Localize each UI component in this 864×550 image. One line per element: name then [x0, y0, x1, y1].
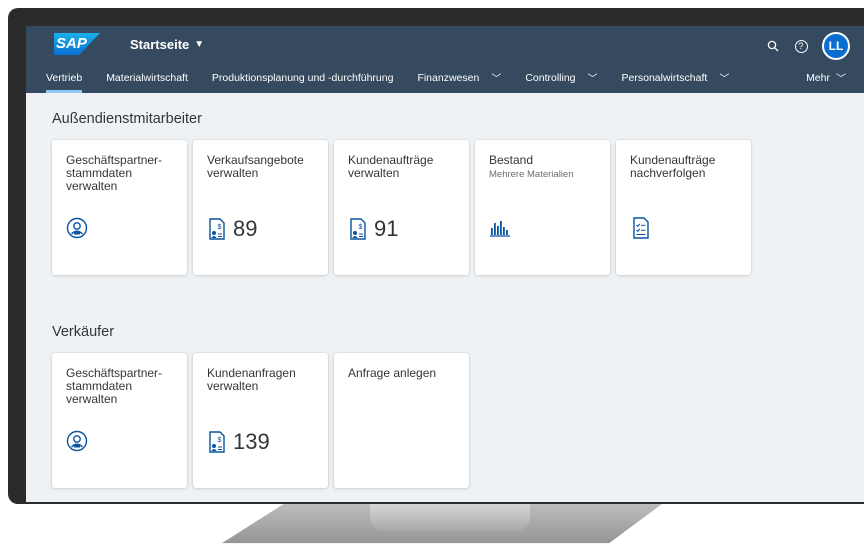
- tab-finanzwesen[interactable]: Finanzwesen ﹀: [417, 62, 501, 93]
- tile-verkaufsangebote[interactable]: Verkaufsangebote verwalten $ 89: [193, 140, 328, 275]
- tile-title: Anfrage anlegen: [348, 366, 437, 380]
- document-money-icon: $: [350, 218, 366, 240]
- kpi-value: 89: [233, 216, 258, 241]
- tile-title: Geschäftspartner-stammdaten verwalten: [66, 366, 163, 406]
- chevron-down-icon: ﹀: [836, 74, 846, 85]
- kpi-value: 91: [374, 216, 399, 241]
- chevron-down-icon: ﹀: [491, 74, 502, 85]
- tile-geschaeftspartner[interactable]: Geschäftspartner-stammdaten verwalten: [52, 353, 187, 488]
- sap-logo[interactable]: SAP: [54, 33, 100, 55]
- monitor-stand-neck: [370, 504, 530, 531]
- shell-header: SAP Startseite ▼ ? LL Vertrieb Materialw…: [26, 26, 864, 93]
- tile-title: Kundenaufträge nachverfolgen: [630, 153, 716, 180]
- tile-kundenauftraege-nachverfolgen[interactable]: Kundenaufträge nachverfolgen: [616, 140, 751, 275]
- tile-title: Verkaufsangebote verwalten: [207, 153, 304, 180]
- svg-text:$: $: [359, 224, 363, 231]
- tab-label: Controlling: [525, 71, 576, 84]
- svg-text:$: $: [218, 437, 222, 444]
- svg-text:$: $: [218, 224, 222, 231]
- search-icon[interactable]: [762, 35, 784, 57]
- tab-produktionsplanung[interactable]: Produktionsplanung und -durchführung: [212, 62, 394, 93]
- tab-label: Finanzwesen: [417, 71, 480, 84]
- section-title: Verkäufer: [52, 324, 115, 340]
- tab-label: Personalwirtschaft: [621, 71, 708, 84]
- tile-title: Bestand: [489, 153, 534, 167]
- tile-subtitle: Mehrere Materialien: [489, 169, 574, 180]
- chevron-down-icon: ﹀: [587, 74, 598, 85]
- tile-title: Kundenanfragen verwalten: [207, 366, 296, 393]
- tab-more[interactable]: Mehr ﹀: [806, 62, 846, 93]
- app-title[interactable]: Startseite: [130, 37, 189, 52]
- tile-kundenauftraege-verwalten[interactable]: Kundenaufträge verwalten $ 91: [334, 140, 469, 275]
- tab-label: Produktionsplanung und -durchführung: [211, 71, 394, 84]
- monitor-frame: SAP Startseite ▼ ? LL Vertrieb Materialw…: [8, 8, 864, 504]
- person-icon: [66, 217, 88, 239]
- tab-materialwirtschaft[interactable]: Materialwirtschaft: [106, 62, 188, 93]
- screen: SAP Startseite ▼ ? LL Vertrieb Materialw…: [26, 26, 864, 502]
- user-avatar[interactable]: LL: [822, 32, 850, 60]
- document-money-icon: $: [209, 431, 225, 453]
- tile-geschaeftspartner[interactable]: Geschäftspartner-stammdaten verwalten: [52, 140, 187, 275]
- tile-title: Kundenaufträge verwalten: [348, 153, 434, 180]
- tab-personalwirtschaft[interactable]: Personalwirtschaft ﹀: [622, 62, 730, 93]
- checklist-document-icon: [630, 217, 652, 239]
- section-title: Außendienstmitarbeiter: [52, 111, 202, 127]
- tab-vertrieb[interactable]: Vertrieb: [46, 62, 83, 93]
- more-label: Mehr: [806, 71, 830, 84]
- tile-title: Geschäftspartner-stammdaten verwalten: [66, 153, 163, 193]
- launchpad-content: Außendienstmitarbeiter Geschäftspartner-…: [26, 93, 864, 502]
- tab-label: Materialwirtschaft: [106, 71, 188, 84]
- kpi-value: 139: [233, 429, 270, 454]
- help-icon[interactable]: ?: [790, 35, 812, 57]
- tab-bar: Vertrieb Materialwirtschaft Produktionsp…: [26, 62, 864, 93]
- tab-label: Vertrieb: [46, 71, 83, 84]
- tile-kundenanfragen[interactable]: Kundenanfragen verwalten $ 139: [193, 353, 328, 488]
- tile-bestand[interactable]: Bestand Mehrere Materialien: [475, 140, 610, 275]
- tile-anfrage-anlegen[interactable]: Anfrage anlegen: [334, 353, 469, 488]
- bar-chart-icon: [489, 217, 511, 239]
- chevron-down-icon: ﹀: [719, 74, 730, 85]
- caret-down-icon[interactable]: ▼: [194, 39, 204, 50]
- document-money-icon: $: [209, 218, 225, 240]
- person-icon: [66, 430, 88, 452]
- tab-controlling[interactable]: Controlling ﹀: [525, 62, 597, 93]
